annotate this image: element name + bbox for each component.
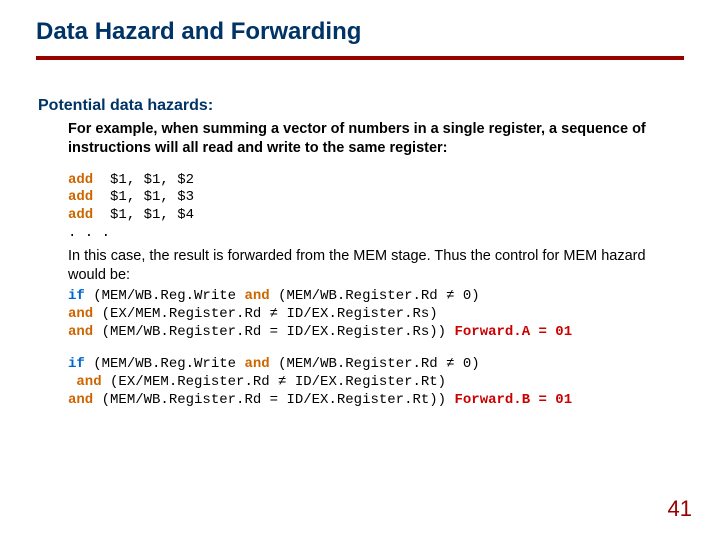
keyword-add: add <box>68 172 93 188</box>
keyword-and: and <box>76 374 101 390</box>
keyword-and: and <box>244 356 269 372</box>
cond-a-l2: (EX/MEM.Register.Rd ≠ ID/EX.Register.Rs) <box>93 306 437 322</box>
slide-title: Data Hazard and Forwarding <box>36 18 684 46</box>
cond-b-l1: (MEM/WB.Reg.Write <box>85 356 245 372</box>
keyword-if: if <box>68 356 85 372</box>
asm-line-1: $1, $1, $2 <box>93 172 194 188</box>
keyword-if: if <box>68 288 85 304</box>
cond-b-l1b: (MEM/WB.Register.Rd ≠ 0) <box>270 356 480 372</box>
slide-body: Potential data hazards: For example, whe… <box>36 96 684 410</box>
cond-a-l1b: (MEM/WB.Register.Rd ≠ 0) <box>270 288 480 304</box>
cond-b-l2: (EX/MEM.Register.Rd ≠ ID/EX.Register.Rt) <box>102 374 446 390</box>
explain-text: In this case, the result is forwarded fr… <box>68 247 684 284</box>
forward-b: Forward.B = 01 <box>454 392 572 408</box>
code-block-asm: add $1, $1, $2 add $1, $1, $3 add $1, $1… <box>68 172 684 244</box>
cond-a-l3: (MEM/WB.Register.Rd = ID/EX.Register.Rs)… <box>93 324 454 340</box>
slide: Data Hazard and Forwarding Potential dat… <box>0 0 720 540</box>
intro-text: For example, when summing a vector of nu… <box>68 120 684 157</box>
section-heading: Potential data hazards: <box>38 96 684 116</box>
keyword-and: and <box>68 392 93 408</box>
cond-b-l3: (MEM/WB.Register.Rd = ID/EX.Register.Rt)… <box>93 392 454 408</box>
asm-dots: . . . <box>68 225 110 241</box>
forward-a: Forward.A = 01 <box>454 324 572 340</box>
asm-line-2: $1, $1, $3 <box>93 189 194 205</box>
page-number: 41 <box>668 496 692 522</box>
keyword-add: add <box>68 189 93 205</box>
title-rule <box>36 56 684 60</box>
cond-a-l1: (MEM/WB.Reg.Write <box>85 288 245 304</box>
keyword-and: and <box>244 288 269 304</box>
keyword-and: and <box>68 324 93 340</box>
keyword-add: add <box>68 207 93 223</box>
keyword-and: and <box>68 306 93 322</box>
code-block-cond-a: if (MEM/WB.Reg.Write and (MEM/WB.Registe… <box>68 288 684 342</box>
asm-line-3: $1, $1, $4 <box>93 207 194 223</box>
code-block-cond-b: if (MEM/WB.Reg.Write and (MEM/WB.Registe… <box>68 356 684 410</box>
